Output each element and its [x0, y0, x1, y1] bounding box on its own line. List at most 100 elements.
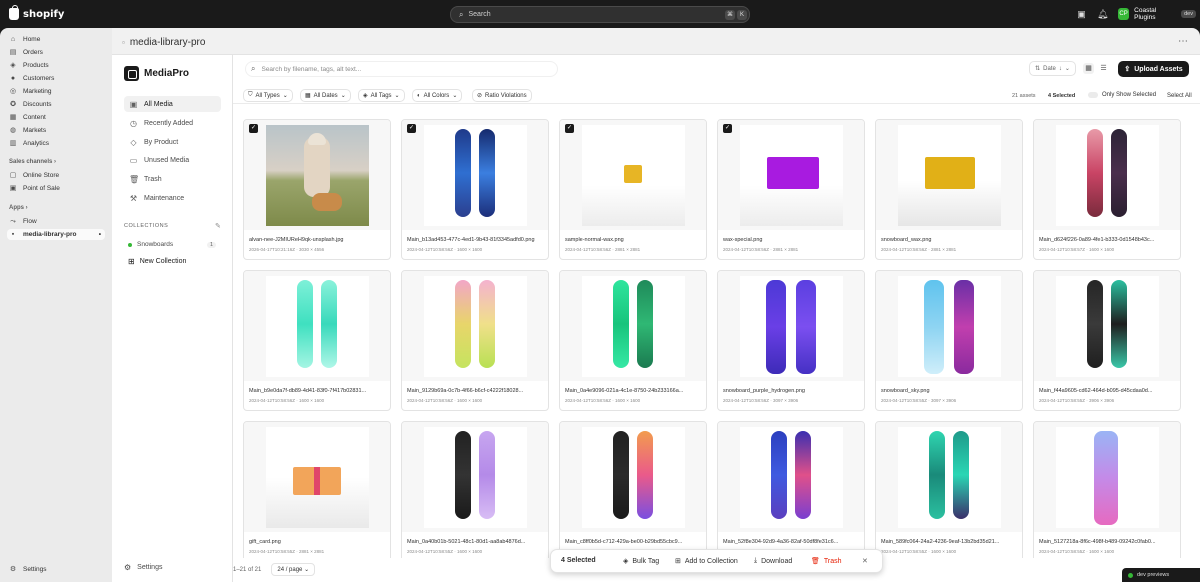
download-button[interactable]: ⤓ Download [754, 557, 792, 565]
nav-content[interactable]: ▦ Content [7, 112, 105, 123]
asset-meta: 2024-04-12T10:58:55Z · 3097 × 3906 [881, 398, 957, 403]
collection-item[interactable]: Snowboards 1 [124, 238, 221, 251]
nav-home[interactable]: ⌂ Home [7, 34, 105, 45]
asset-card[interactable]: ✓ alvan-nee-J2MIUReH9qk-unsplash.jpg 202… [243, 119, 391, 260]
nav-marketing[interactable]: ◎ Marketing [7, 86, 105, 97]
asset-thumbnail [402, 422, 548, 532]
wrench-icon: ⚒ [129, 193, 138, 203]
nav-settings[interactable]: ⚙ Settings [7, 564, 105, 575]
nav-point-of-sale[interactable]: ▣ Point of Sale [7, 183, 105, 194]
bell-icon[interactable]: 🔔︎ [1097, 9, 1108, 20]
asset-card[interactable]: snowboard_sky.png 2024-04-12T10:58:55Z ·… [875, 270, 1023, 411]
nav-online-store[interactable]: ▢ Online Store [7, 170, 105, 181]
asset-thumbnail: ✓ [718, 120, 864, 230]
asset-card[interactable]: Main_0a40b01b-5021-48c1-80d1-aa8ab4876d.… [401, 421, 549, 558]
asset-card[interactable]: Main_0a4e9096-021a-4c1e-8750-24b233166a.… [559, 270, 707, 411]
sidebar-item-by-product[interactable]: ◇ By Product [124, 134, 221, 150]
sidebar-item-trash[interactable]: 🗑︎ Trash [124, 171, 221, 187]
asset-card[interactable]: Main_52f8e304-92d9-4a36-82af-50df8fe31c6… [717, 421, 865, 558]
app-page-icon: ▫ [122, 38, 125, 47]
sort-button[interactable]: ⇅ Date ↓ ⌄ [1029, 61, 1076, 76]
asset-card[interactable]: Main_9129b69a-0c7b-4f66-b6cf-c4222f18028… [401, 270, 549, 411]
wax-block-shape [624, 165, 642, 183]
toggle-switch[interactable] [1088, 92, 1098, 98]
nav-media-library-pro[interactable]: ▪ media-library-pro • [7, 229, 105, 240]
filter-ratio-violations[interactable]: ⊘ Ratio Violations [472, 89, 532, 102]
filter-types[interactable]: ⛉ All Types ⌄ [243, 89, 293, 102]
asset-card[interactable]: Main_f44a9605-cd62-464d-b095-d45cdaa0d..… [1033, 270, 1181, 411]
asset-card[interactable]: Main_5127218a-8f6c-498f-b489-09242c0fab0… [1033, 421, 1181, 558]
nav-analytics[interactable]: ▥ Analytics [7, 138, 105, 149]
sales-channels-heading[interactable]: Sales channels › [9, 159, 56, 165]
select-all-button[interactable]: Select All [1167, 93, 1192, 99]
select-checkbox[interactable]: ✓ [249, 124, 258, 133]
filter-tags[interactable]: ◈ All Tags ⌄ [358, 89, 405, 102]
nav-discounts[interactable]: ✪ Discounts [7, 99, 105, 110]
global-search-input[interactable]: ⌕ Search ⌘ K [450, 6, 750, 23]
asset-search-input[interactable]: ⌕ Search by filename, tags, alt text... [245, 61, 558, 77]
asset-card[interactable]: ✓ Main_b13ad453-477c-4ed1-9b43-81f3345ad… [401, 119, 549, 260]
clock-icon: ◷ [130, 118, 137, 128]
sidebar-item-unused-media[interactable]: ▭ Unused Media [124, 152, 221, 168]
asset-grid: ✓ alvan-nee-J2MIUReH9qk-unsplash.jpg 202… [233, 110, 1200, 558]
mediapro-logo-icon [124, 66, 139, 81]
asset-meta: 2024-04-12T10:58:55Z · 1600 × 1600 [407, 549, 483, 554]
filter-dates[interactable]: ▦ All Dates ⌄ [300, 89, 351, 102]
board-shape [1094, 431, 1118, 525]
board-shape [479, 280, 495, 368]
per-page-select[interactable]: 24 / page ⌄ [271, 563, 316, 576]
asset-card[interactable]: ✓ wax-special.png 2024-04-12T10:58:56Z ·… [717, 119, 865, 260]
list-view-icon[interactable]: ☰ [1098, 63, 1109, 74]
asset-name: Main_0a40b01b-5021-48c1-80d1-aa8ab4876d.… [407, 539, 526, 545]
select-checkbox[interactable]: ✓ [565, 124, 574, 133]
asset-thumbnail: ✓ [244, 120, 390, 230]
asset-name: Main_c8ff0b5d-c712-429a-be00-b29bd55cbc9… [565, 539, 683, 545]
nav-markets[interactable]: ◍ Markets [7, 125, 105, 136]
bulk-tag-button[interactable]: ◈ Bulk Tag [623, 557, 659, 566]
nav-customers[interactable]: ● Customers [7, 73, 105, 84]
new-collection-button[interactable]: ⊞ New Collection [128, 257, 186, 266]
asset-card[interactable]: Main_d624f226-0a89-4fe1-b333-0d1548b43c.… [1033, 119, 1181, 260]
toggle-label: Only Show Selected [1102, 92, 1157, 98]
nav-orders[interactable]: ▤ Orders [7, 47, 105, 58]
select-checkbox[interactable]: ✓ [407, 124, 416, 133]
inbox-icon[interactable]: ▣ [1076, 9, 1087, 20]
select-checkbox[interactable]: ✓ [723, 124, 732, 133]
chevron-down-icon: ⌄ [1064, 66, 1070, 72]
asset-card[interactable]: ✓ sample-normal-wax.png 2024-04-12T10:58… [559, 119, 707, 260]
asset-thumbnail [1034, 120, 1180, 230]
sidebar-item-recently-added[interactable]: ◷ Recently Added [124, 115, 221, 131]
close-icon[interactable]: ✕ [862, 557, 868, 565]
asset-card[interactable]: snowboard_wax.png 2024-04-12T10:58:56Z ·… [875, 119, 1023, 260]
more-actions-icon[interactable]: ⋯ [1178, 36, 1188, 47]
collection-label: Snowboards [137, 241, 174, 248]
snowboard-image [740, 427, 843, 528]
sidebar-label: Unused Media [144, 156, 190, 164]
asset-card[interactable]: snowboard_purple_hydrogen.png 2024-04-12… [717, 270, 865, 411]
grid-view-icon[interactable]: ▦ [1083, 63, 1094, 74]
filter-colors[interactable]: ◐ All Colors ⌄ [412, 89, 463, 102]
snowboard-image [1056, 276, 1159, 377]
apps-heading[interactable]: Apps › [9, 205, 28, 211]
nav-label: Orders [23, 49, 43, 56]
upload-icon: ⇪ [1124, 66, 1131, 73]
asset-card[interactable]: Main_589fc064-24a2-4236-9eaf-13b2bd35d21… [875, 421, 1023, 558]
nav-flow[interactable]: ⤳ Flow [7, 216, 105, 227]
upload-assets-button[interactable]: ⇪ Upload Assets [1118, 61, 1189, 77]
store-switcher[interactable]: CP Coastal Plugins dev [1114, 7, 1200, 21]
asset-card[interactable]: Main_b9e0da7f-db89-4d41-83f0-7f417b02831… [243, 270, 391, 411]
nav-label: Analytics [23, 140, 50, 147]
asset-count: 21 assets [1012, 93, 1036, 99]
asset-card[interactable]: Main_c8ff0b5d-c712-429a-be00-b29bd55cbc9… [559, 421, 707, 558]
sidebar-item-all-media[interactable]: ▣ All Media [124, 96, 221, 112]
shopify-logo[interactable]: shopify [9, 5, 64, 20]
add-to-collection-button[interactable]: ⊞ Add to Collection [675, 557, 738, 566]
app-settings-link[interactable]: ⚙ Settings [124, 563, 162, 572]
dev-previews-bar[interactable]: dev previews [1122, 568, 1200, 582]
trash-button[interactable]: 🗑︎ Trash [811, 557, 842, 566]
edit-collections-icon[interactable]: ✎ [215, 222, 221, 230]
nav-products[interactable]: ◈ Products [7, 60, 105, 71]
asset-card[interactable]: gift_card.png 2024-04-12T10:58:55Z · 288… [243, 421, 391, 558]
sidebar-item-maintenance[interactable]: ⚒ Maintenance [124, 190, 221, 206]
only-show-selected-toggle[interactable]: Only Show Selected [1088, 92, 1156, 98]
